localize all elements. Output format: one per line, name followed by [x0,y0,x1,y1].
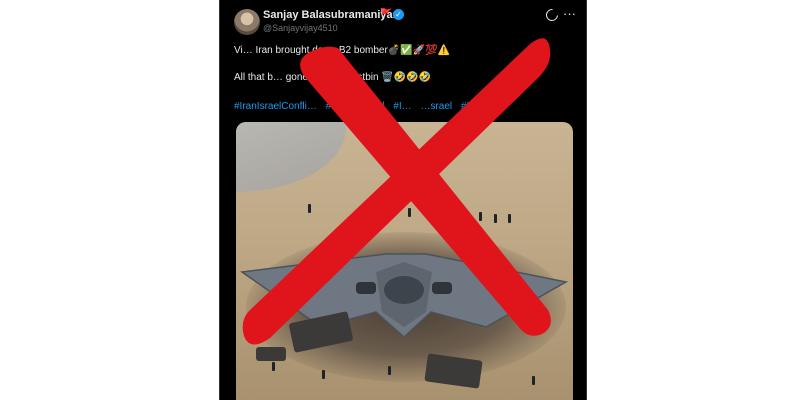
person-figure [272,362,275,371]
hashtag-link[interactable]: #I… [393,101,411,112]
person-figure [508,214,511,223]
author-handle[interactable]: @Sanjayvijay4510 [263,23,338,33]
person-figure [322,370,325,379]
hashtag-link[interactable]: #IranIsraelConfli… [234,101,317,112]
person-figure [532,376,535,385]
person-figure [308,204,311,213]
tweet-text-line-2: All that b… gone into the dustbin 🗑️🤣🤣🤣 [234,72,432,83]
grok-icon[interactable] [543,6,561,24]
person-figure [494,214,497,223]
hashtag-link[interactable]: #Irán [461,101,484,112]
left-white-margin [0,0,219,400]
more-options-icon[interactable]: ··· [563,6,576,21]
verified-badge-icon: ✓ [393,9,404,20]
debris [256,347,286,361]
person-figure [388,206,391,215]
person-figure [388,366,391,375]
tweet-card: Sanjay Balasubramaniyam 🚩 ✓ @Sanjayvijay… [219,0,587,400]
flag-icon: 🚩 [380,9,393,20]
person-figure [479,212,482,221]
hashtag-row: #IranIsraelConfli… #IranVsIsrael #I… …sr… [234,101,490,112]
hashtag-link[interactable]: #IranVsIsrael [326,101,385,112]
hashtag-link[interactable]: …srael [420,101,452,112]
b2-bomber-illustration [239,253,569,339]
tweet-text-line-1: Vi… Iran brought down B2 bomber💣✅🚀💯⚠️ [234,45,451,56]
user-avatar[interactable] [234,9,260,35]
person-figure [408,208,411,217]
tweet-media-image[interactable] [236,122,573,400]
